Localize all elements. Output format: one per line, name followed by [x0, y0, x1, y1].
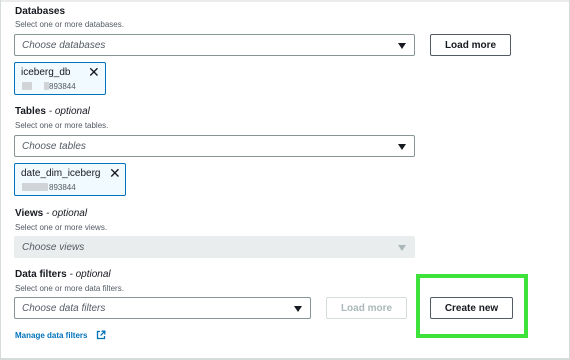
tables-description: Select one or more tables. [15, 121, 109, 130]
manage-data-filters-link[interactable]: Manage data filters [15, 331, 87, 340]
caret-down-icon [398, 245, 406, 251]
external-link-icon[interactable] [96, 330, 106, 340]
views-label: Views - optional [15, 208, 87, 219]
databases-select[interactable]: Choose databases [14, 34, 415, 56]
tables-placeholder: Choose tables [22, 141, 86, 152]
data-filters-select[interactable]: Choose data filters [14, 297, 311, 319]
table-token: date_dim_iceberg 893844 ✕ [14, 163, 126, 196]
databases-load-more-button[interactable]: Load more [430, 34, 511, 56]
data-filters-label-text: Data filters [15, 269, 67, 280]
databases-description: Select one or more databases. [15, 20, 124, 29]
data-filters-placeholder: Choose data filters [22, 303, 106, 314]
redacted-account-prefix [22, 82, 32, 90]
views-optional: - optional [45, 208, 88, 219]
views-description: Select one or more views. [15, 223, 108, 232]
databases-placeholder: Choose databases [22, 40, 106, 51]
data-filters-description: Select one or more data filters. [15, 284, 124, 293]
table-token-name: date_dim_iceberg [21, 168, 101, 179]
table-token-id: 893844 [49, 183, 76, 192]
tables-label-text: Tables [15, 106, 46, 117]
tables-select[interactable]: Choose tables [14, 135, 415, 157]
databases-label: Databases [15, 6, 66, 17]
remove-table-token-icon[interactable]: ✕ [109, 166, 121, 180]
caret-down-icon [398, 144, 406, 150]
left-border [0, 0, 1, 360]
views-label-text: Views [15, 208, 44, 219]
data-filters-load-more-button: Load more [326, 297, 407, 319]
redacted-account-prefix [22, 183, 48, 191]
views-placeholder: Choose views [22, 242, 85, 253]
tables-optional: - optional [48, 106, 90, 117]
caret-down-icon [398, 43, 406, 49]
highlight-box [416, 274, 528, 338]
database-token-name: iceberg_db [21, 67, 71, 78]
views-select: Choose views [14, 236, 415, 258]
caret-down-icon [294, 306, 302, 312]
database-token-id: 893844 [49, 82, 76, 91]
database-token: iceberg_db 893844 ✕ [14, 62, 106, 95]
top-border [0, 0, 570, 2]
tables-label: Tables - optional [15, 106, 90, 117]
remove-database-token-icon[interactable]: ✕ [88, 65, 100, 79]
data-filters-label: Data filters - optional [15, 269, 111, 280]
data-filters-optional: - optional [69, 269, 111, 280]
